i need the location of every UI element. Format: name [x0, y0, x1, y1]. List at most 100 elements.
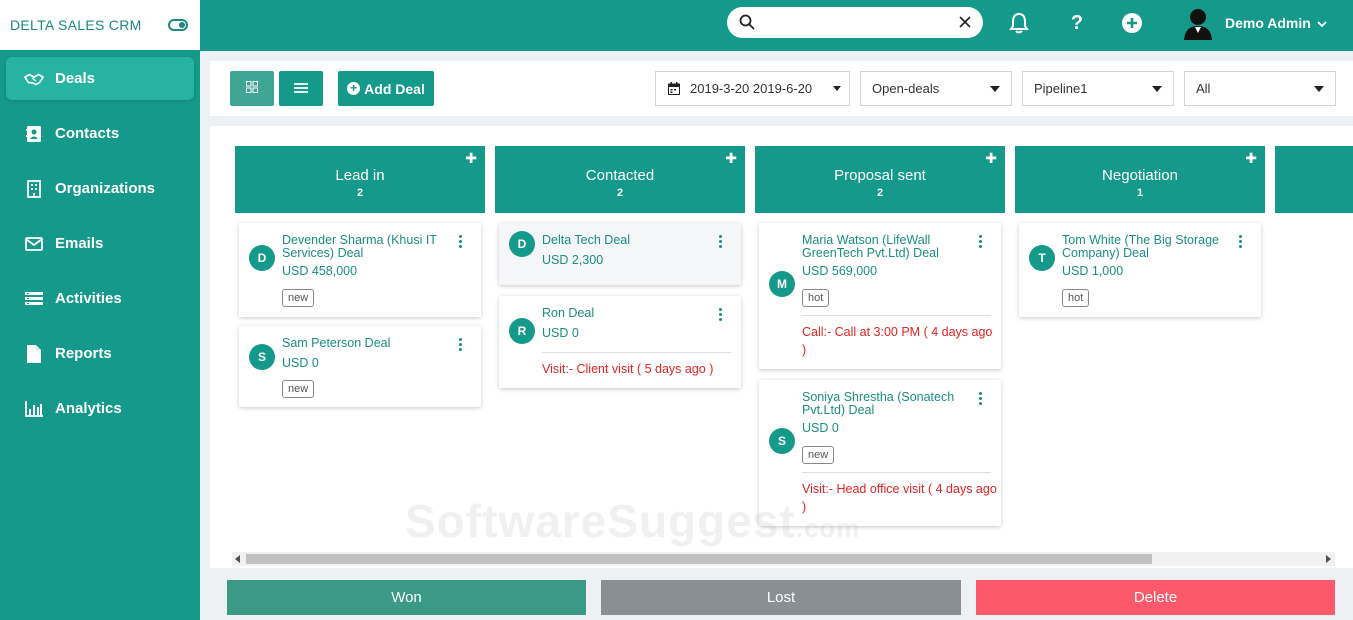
more-options-icon[interactable]: [1239, 235, 1243, 250]
sidebar-item-label: Reports: [55, 345, 112, 362]
deals-toolbar: + Add Deal 2019-3-20 2019-6-20 Open-deal…: [210, 61, 1353, 116]
won-label: Won: [391, 589, 422, 606]
scroll-right-arrow-icon[interactable]: [1326, 555, 1331, 563]
sidebar-item-activities[interactable]: Activities: [6, 277, 194, 320]
sidebar-item-organizations[interactable]: Organizations: [6, 167, 194, 210]
sidebar-item-reports[interactable]: Reports: [6, 332, 194, 375]
add-stage-deal-icon[interactable]: ✚: [985, 150, 997, 167]
clear-search-icon[interactable]: [959, 15, 971, 33]
deal-activity[interactable]: Visit:- Head office visit ( 4 days ago ): [802, 480, 997, 516]
more-options-icon[interactable]: [459, 338, 463, 353]
stage-title: Contacted: [585, 167, 655, 184]
deal-name[interactable]: Tom White (The Big Storage Company) Deal: [1062, 234, 1222, 260]
more-options-icon[interactable]: [979, 235, 983, 250]
user-menu[interactable]: Demo Admin: [1183, 6, 1327, 40]
caret-down-icon: [833, 86, 841, 91]
list-view-button[interactable]: [279, 71, 323, 106]
brand-name: DELTA SALES CRM: [10, 17, 142, 33]
deal-card[interactable]: D Devender Sharma (Khusi IT Services) De…: [239, 223, 481, 317]
owner-filter-select[interactable]: All: [1184, 71, 1336, 106]
deal-avatar: R: [509, 318, 535, 344]
more-options-icon[interactable]: [459, 235, 463, 250]
deal-card[interactable]: D Delta Tech Deal USD 2,300: [499, 223, 741, 285]
sidebar-item-emails[interactable]: Emails: [6, 222, 194, 265]
deal-card[interactable]: S Soniya Shrestha (Sonatech Pvt.Ltd) Dea…: [759, 380, 1001, 526]
deal-avatar: M: [769, 271, 795, 297]
bell-icon[interactable]: [1008, 12, 1030, 34]
sidebar-item-label: Emails: [55, 235, 104, 252]
deal-card[interactable]: T Tom White (The Big Storage Company) De…: [1019, 223, 1261, 317]
more-options-icon[interactable]: [719, 308, 723, 323]
deal-status-select[interactable]: Open-deals: [860, 71, 1012, 106]
deal-amount: USD 1,000: [1062, 264, 1124, 278]
deal-avatar: D: [509, 231, 535, 257]
stage-count: 2: [876, 187, 884, 199]
stage-title: Lead in: [335, 167, 385, 184]
more-options-icon[interactable]: [979, 392, 983, 407]
search-box[interactable]: [727, 7, 983, 38]
scroll-left-arrow-icon[interactable]: [235, 555, 240, 563]
deal-card[interactable]: M Maria Watson (LifeWall GreenTech Pvt.L…: [759, 223, 1001, 369]
add-stage-deal-icon[interactable]: ✚: [725, 150, 737, 167]
delete-drop-zone[interactable]: Delete: [976, 580, 1335, 615]
stage-count: 2: [616, 187, 624, 199]
add-deal-button[interactable]: + Add Deal: [338, 71, 434, 106]
deal-avatar: S: [769, 428, 795, 454]
deal-amount: USD 0: [802, 421, 839, 435]
stage-header-contacted: Contacted 2 ✚: [495, 146, 745, 213]
deal-amount: USD 458,000: [282, 264, 358, 278]
avatar: [1183, 6, 1213, 40]
won-drop-zone[interactable]: Won: [227, 580, 586, 615]
add-deal-label: Add Deal: [364, 80, 425, 97]
sidebar-item-label: Activities: [55, 290, 122, 307]
deal-tag: new: [802, 446, 835, 464]
sidebar-item-contacts[interactable]: Contacts: [6, 112, 194, 155]
pipeline-select[interactable]: Pipeline1: [1022, 71, 1174, 106]
sidebar-item-label: Organizations: [55, 180, 156, 197]
sidebar-item-analytics[interactable]: Analytics: [6, 387, 194, 430]
brand-bar: DELTA SALES CRM: [0, 0, 200, 50]
add-circle-icon[interactable]: [1121, 12, 1143, 34]
handshake-icon: [24, 70, 44, 88]
lost-drop-zone[interactable]: Lost: [601, 580, 961, 615]
deal-card[interactable]: S Sam Peterson Deal USD 0 new: [239, 326, 481, 407]
deal-amount: USD 0: [282, 356, 319, 370]
deal-name[interactable]: Soniya Shrestha (Sonatech Pvt.Ltd) Deal: [802, 391, 962, 417]
grid-view-button[interactable]: [230, 71, 274, 106]
board-horizontal-scrollbar[interactable]: [232, 552, 1335, 566]
sidebar-item-deals[interactable]: Deals: [6, 57, 194, 100]
plus-circle-icon: +: [347, 82, 361, 95]
pipeline-value: Pipeline1: [1034, 81, 1088, 96]
owner-filter-value: All: [1196, 81, 1211, 96]
deal-name[interactable]: Maria Watson (LifeWall GreenTech Pvt.Ltd…: [802, 234, 962, 260]
delete-label: Delete: [1133, 589, 1178, 606]
stage-header-partial: [1275, 146, 1353, 213]
deal-name[interactable]: Ron Deal: [542, 307, 702, 320]
deal-name[interactable]: Devender Sharma (Khusi IT Services) Deal: [282, 234, 442, 260]
caret-down-icon: [1314, 86, 1324, 92]
scrollbar-thumb[interactable]: [246, 554, 1152, 564]
deal-name[interactable]: Delta Tech Deal: [542, 234, 702, 247]
sidebar-toggle-icon[interactable]: [168, 19, 188, 31]
calendar-icon: [668, 82, 680, 95]
help-icon[interactable]: ?: [1066, 12, 1088, 34]
more-options-icon[interactable]: [719, 235, 723, 250]
stage-header-proposal-sent: Proposal sent 2 ✚: [755, 146, 1005, 213]
stage-title: Proposal sent: [834, 167, 926, 184]
caret-down-icon: [990, 86, 1000, 92]
envelope-icon: [24, 235, 44, 253]
deal-activity[interactable]: Call:- Call at 3:00 PM ( 4 days ago ): [802, 323, 997, 359]
deal-name[interactable]: Sam Peterson Deal: [282, 337, 442, 350]
contact-card-icon: [24, 125, 44, 143]
stage-header-lead-in: Lead in 2 ✚: [235, 146, 485, 213]
deal-card[interactable]: R Ron Deal USD 0 Visit:- Client visit ( …: [499, 296, 741, 388]
list-lines-icon: [294, 80, 308, 98]
stage-header-negotiation: Negotiation 1 ✚: [1015, 146, 1265, 213]
add-stage-deal-icon[interactable]: ✚: [465, 150, 477, 167]
top-bar: ? Demo Admin: [200, 0, 1353, 51]
add-stage-deal-icon[interactable]: ✚: [1245, 150, 1257, 167]
deal-activity[interactable]: Visit:- Client visit ( 5 days ago ): [542, 360, 737, 378]
date-range-picker[interactable]: 2019-3-20 2019-6-20: [655, 71, 850, 106]
card-divider: [542, 352, 731, 353]
grid-icon: [246, 80, 258, 98]
